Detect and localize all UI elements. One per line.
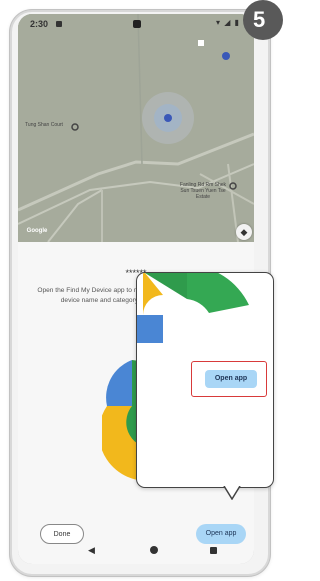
notification-icon (56, 21, 62, 27)
navigation-bar: ◀ (18, 540, 254, 564)
status-icons: ▾ ◢ ▮ (215, 18, 240, 27)
home-icon[interactable] (150, 546, 158, 554)
location-pin-icon (164, 114, 172, 122)
step-badge: 5 (243, 0, 283, 40)
callout-open-app-button[interactable]: Open app (205, 370, 257, 388)
recents-icon[interactable] (210, 547, 217, 554)
map-graphics (18, 14, 254, 242)
zoom-callout: Open app (136, 272, 274, 488)
status-bar: 2:30 ▾ ◢ ▮ (18, 14, 254, 36)
map-attribution: Google (26, 228, 48, 234)
callout-pointer (223, 486, 241, 500)
camera-cutout (133, 20, 141, 28)
status-time: 2:30 (30, 19, 49, 29)
compass-icon[interactable]: ◆ (236, 224, 252, 240)
map-view[interactable]: Tung Shan Court Fanling Rd Rm Shek Sun T… (18, 14, 254, 242)
map-label-court: Tung Shan Court (25, 122, 63, 128)
back-icon[interactable]: ◀ (88, 545, 95, 556)
map-label-estate: Fanling Rd Rm Shek Sun Tsuen Yuen Tse Es… (179, 182, 227, 200)
